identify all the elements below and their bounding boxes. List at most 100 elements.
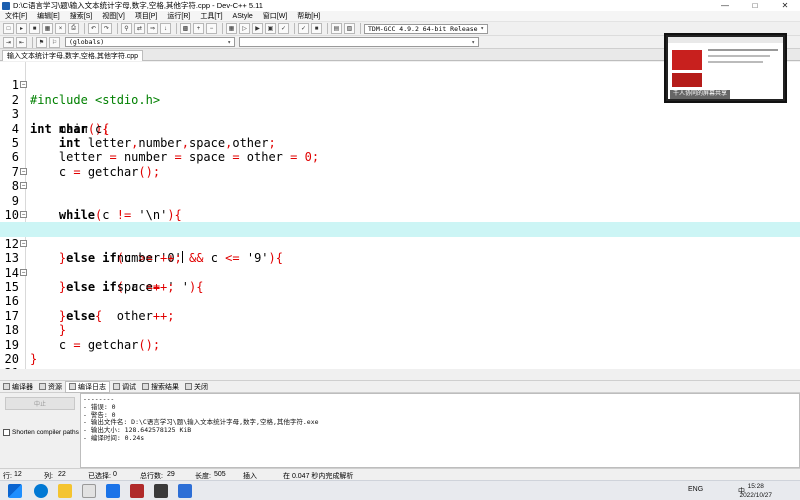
fold-minus-icon[interactable]: − bbox=[20, 211, 27, 218]
new-project-icon[interactable]: ▩ bbox=[180, 23, 191, 34]
code-line[interactable]: 10 letter++; bbox=[0, 194, 800, 236]
code-line[interactable]: 14 space++; bbox=[0, 251, 800, 294]
stop-execution-icon[interactable]: ■ bbox=[311, 23, 322, 34]
close-file-icon[interactable]: × bbox=[55, 23, 66, 34]
file-tab-active[interactable]: 输入文本统计字母,数字,空格,其他字符.cpp bbox=[2, 50, 144, 61]
app-icon[interactable] bbox=[178, 484, 192, 498]
meeting-app-icon[interactable] bbox=[106, 484, 120, 498]
tab-close[interactable]: 关闭 bbox=[182, 381, 211, 393]
taskbar-clock[interactable]: 15:28 2022/10/27 bbox=[739, 482, 772, 500]
debug-icon[interactable]: ✓ bbox=[298, 23, 309, 34]
unindent-icon[interactable]: ⇤ bbox=[16, 36, 27, 48]
menu-help[interactable]: 帮助[H] bbox=[292, 11, 325, 21]
checkbox-label: Shorten compiler paths bbox=[12, 429, 79, 436]
tab-compile-log[interactable]: 编译日志 bbox=[65, 380, 110, 393]
app-icon[interactable] bbox=[130, 484, 144, 498]
scope-select[interactable]: (globals) ▾ bbox=[65, 37, 235, 47]
undo-icon[interactable]: ↶ bbox=[88, 23, 99, 34]
abort-compilation-button[interactable]: 中止 bbox=[5, 397, 75, 410]
code-line[interactable]: 11 − }else if(c >= '0' && c <= '9'){ bbox=[0, 208, 800, 265]
status-lines-value: 29 bbox=[167, 471, 175, 478]
shorten-paths-checkbox[interactable]: Shorten compiler paths bbox=[3, 429, 79, 436]
menu-run[interactable]: 运行[R] bbox=[162, 11, 195, 21]
open-file-icon[interactable]: ▸ bbox=[16, 23, 27, 34]
tab-resources[interactable]: 资源 bbox=[36, 381, 65, 393]
code-line[interactable]: 21 bbox=[0, 352, 800, 369]
windows-start-icon[interactable] bbox=[8, 484, 22, 498]
print-icon[interactable]: ⎙ bbox=[68, 23, 79, 34]
code-line[interactable]: 8 − while(c != '\n'){ bbox=[0, 165, 800, 222]
dev-cpp-window: D:\C语言学习\题\输入文本统计字母,数字,空格,其他字符.cpp - Dev… bbox=[0, 0, 800, 500]
menu-search[interactable]: 搜索[S] bbox=[65, 11, 98, 21]
fold-minus-icon[interactable]: − bbox=[20, 81, 27, 89]
new-file-icon[interactable]: □ bbox=[3, 23, 14, 34]
tab-debug[interactable]: 调试 bbox=[110, 381, 139, 393]
checkbox-box[interactable] bbox=[3, 429, 10, 436]
fold-minus-icon[interactable]: − bbox=[20, 239, 27, 247]
function-select[interactable]: ▾ bbox=[239, 37, 479, 47]
compiler-select[interactable]: TDM-GCC 4.9.2 64-bit Release ▾ bbox=[364, 23, 488, 34]
fold-minus-icon[interactable]: − bbox=[20, 182, 27, 190]
indent-icon[interactable]: ⇥ bbox=[3, 36, 14, 48]
toggle-bookmark-icon[interactable]: ⚑ bbox=[36, 36, 47, 48]
code-line[interactable]: 15 − }else{ bbox=[0, 266, 800, 323]
tray-language[interactable]: ENG bbox=[688, 486, 703, 493]
replace-icon[interactable]: ⇄ bbox=[134, 23, 145, 34]
menu-file[interactable]: 文件[F] bbox=[0, 11, 32, 21]
code-line-active[interactable]: 12 number++; bbox=[0, 222, 800, 265]
rebuild-icon[interactable]: ▣ bbox=[265, 23, 276, 34]
code-line[interactable]: 9 − if( (c >= 'a' && c <= 'z') || (c >= … bbox=[0, 179, 800, 236]
delete-profile-icon[interactable]: ▧ bbox=[344, 23, 355, 34]
code-line[interactable]: 19 } bbox=[0, 323, 800, 366]
goto-line-icon[interactable]: ↓ bbox=[160, 23, 171, 34]
menu-astyle[interactable]: AStyle bbox=[228, 13, 258, 20]
edge-browser-icon[interactable] bbox=[34, 484, 48, 498]
screen-share-preview[interactable]: 千人协同的屏幕共享 bbox=[664, 33, 787, 103]
tab-search-results[interactable]: 搜索结果 bbox=[139, 381, 182, 393]
code-line[interactable]: 18 c = getchar(); bbox=[0, 309, 800, 351]
menu-tools[interactable]: 工具[T] bbox=[195, 11, 227, 21]
goto-bookmark-icon[interactable]: ⚐ bbox=[49, 36, 60, 48]
save-icon[interactable]: ■ bbox=[29, 23, 40, 34]
code-line[interactable]: 20 bbox=[0, 338, 800, 366]
code-editor[interactable]: 1 #include <stdio.h> 2 − int main(){ 3 c… bbox=[0, 62, 800, 369]
code-line[interactable]: 16 other++; bbox=[0, 280, 800, 322]
menu-view[interactable]: 视图[V] bbox=[97, 11, 130, 21]
menu-project[interactable]: 项目[P] bbox=[130, 11, 163, 21]
code-line[interactable]: 4 int letter,number,space,other; bbox=[0, 107, 800, 150]
file-explorer-icon[interactable] bbox=[58, 484, 72, 498]
remove-from-project-icon[interactable]: − bbox=[206, 23, 217, 34]
code-line[interactable]: 13 − }else if( c == ' '){ bbox=[0, 237, 800, 294]
code-line[interactable]: 17 } bbox=[0, 294, 800, 337]
menu-window[interactable]: 窗口[W] bbox=[258, 11, 293, 21]
menu-bar: 文件[F] 编辑[E] 搜索[S] 视图[V] 项目[P] 运行[R] 工具[T… bbox=[0, 11, 800, 22]
devcpp-taskbar-icon[interactable] bbox=[82, 484, 96, 498]
compile-icon[interactable]: ▦ bbox=[226, 23, 237, 34]
fold-minus-icon[interactable]: − bbox=[20, 167, 27, 175]
preview-thumbnail bbox=[672, 50, 702, 70]
code-line[interactable]: 7 bbox=[0, 150, 800, 179]
code-line[interactable]: 6 c = getchar(); bbox=[0, 136, 800, 178]
preview-text-line bbox=[708, 49, 778, 51]
bottom-panel-tabs: 编译器 资源 编译日志 调试 搜索结果 关闭 bbox=[0, 380, 800, 393]
save-all-icon[interactable]: ▦ bbox=[42, 23, 53, 34]
preview-text-line bbox=[708, 61, 763, 63]
close-button[interactable]: ✕ bbox=[770, 0, 800, 11]
tab-compiler[interactable]: 编译器 bbox=[0, 381, 36, 393]
profile-icon[interactable]: ▤ bbox=[331, 23, 342, 34]
syntax-check-icon[interactable]: ✓ bbox=[278, 23, 289, 34]
code-line[interactable]: 5 letter = number = space = other = 0; bbox=[0, 122, 800, 164]
app-icon[interactable] bbox=[154, 484, 168, 498]
compile-run-icon[interactable]: ▶ bbox=[252, 23, 263, 34]
add-to-project-icon[interactable]: + bbox=[193, 23, 204, 34]
fold-minus-icon[interactable]: − bbox=[20, 268, 27, 276]
menu-edit[interactable]: 编辑[E] bbox=[32, 11, 65, 21]
log-line: - 输出大小: 128.642578125 KiB bbox=[83, 426, 192, 435]
find-icon[interactable]: ⚲ bbox=[121, 23, 132, 34]
maximize-button[interactable]: □ bbox=[740, 0, 770, 11]
run-icon[interactable]: ▷ bbox=[239, 23, 250, 34]
find-next-icon[interactable]: ⇒ bbox=[147, 23, 158, 34]
minimize-button[interactable]: — bbox=[710, 0, 740, 11]
compile-log-output[interactable]: -------- - 错误: 0- 警告: 0- 输出文件名: D:\C语言学习\… bbox=[80, 393, 800, 468]
redo-icon[interactable]: ↷ bbox=[101, 23, 112, 34]
